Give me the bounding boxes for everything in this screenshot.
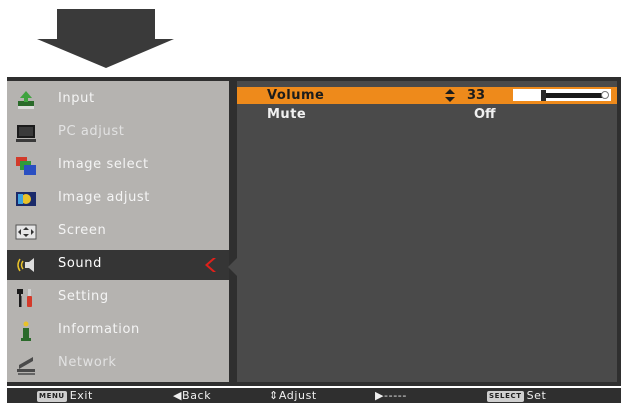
exit-hint: MENU Exit: [37, 388, 93, 403]
sidebar-item-label: PC adjust: [58, 124, 125, 139]
sidebar-item-label: Screen: [58, 223, 107, 238]
image-adjust-icon: [15, 188, 37, 210]
sidebar-item-label: Network: [58, 355, 117, 370]
select-key-icon: SELECT: [487, 391, 524, 402]
set-hint-label: Set: [526, 389, 547, 402]
sidebar-item-network[interactable]: Network: [7, 349, 229, 379]
adjust-hint-label: Adjust: [278, 389, 317, 402]
menu-sidebar: Input PC adjust Image select Image adjus…: [7, 81, 229, 382]
setting-icon: [15, 287, 37, 309]
sidebar-item-setting[interactable]: Setting: [7, 283, 229, 313]
selected-chevron-icon: [205, 258, 216, 272]
sound-icon: [15, 254, 37, 276]
sidebar-item-input[interactable]: Input: [7, 85, 229, 115]
back-hint: ◀Back: [173, 389, 212, 402]
volume-knob[interactable]: [541, 90, 546, 101]
sidebar-item-label: Sound: [58, 256, 102, 271]
volume-label: Volume: [267, 88, 325, 103]
sidebar-item-label: Image adjust: [58, 190, 150, 205]
pc-adjust-icon: [15, 122, 37, 144]
footer-hint-bar: MENU Exit ◀Back ⇕Adjust ▶----- SELECT Set: [7, 388, 621, 403]
volume-row[interactable]: Volume 33: [237, 87, 617, 104]
sidebar-item-label: Information: [58, 322, 140, 337]
sidebar-item-label: Input: [58, 91, 95, 106]
set-hint: SELECT Set: [487, 388, 546, 403]
sidebar-item-pc-adjust[interactable]: PC adjust: [7, 118, 229, 148]
volume-slider[interactable]: [513, 89, 611, 101]
information-icon: [15, 320, 37, 342]
sidebar-item-label: Image select: [58, 157, 149, 172]
sidebar-item-image-select[interactable]: Image select: [7, 151, 229, 181]
mute-value: Off: [474, 107, 496, 122]
sidebar-item-sound[interactable]: Sound: [7, 250, 229, 280]
adjust-hint: ⇕Adjust: [269, 388, 317, 403]
volume-track: [518, 90, 604, 101]
up-down-arrows-icon: [445, 89, 455, 102]
volume-value: 33: [467, 88, 486, 103]
next-hint: ▶-----: [375, 389, 407, 402]
sidebar-item-label: Setting: [58, 289, 109, 304]
sound-settings-panel: Volume 33 Mute Off: [237, 81, 617, 382]
up-down-arrows-icon: ⇕: [269, 389, 279, 402]
mute-row[interactable]: Mute Off: [237, 106, 617, 123]
slider-end-cap: [601, 91, 609, 99]
screen-icon: [15, 221, 37, 243]
sidebar-item-image-adjust[interactable]: Image adjust: [7, 184, 229, 214]
input-icon: [15, 89, 37, 111]
network-icon: [15, 353, 37, 375]
menu-key-icon: MENU: [37, 391, 67, 402]
image-select-icon: [15, 155, 37, 177]
mute-label: Mute: [267, 107, 307, 122]
sidebar-item-information[interactable]: Information: [7, 316, 229, 346]
down-arrow-icon: [37, 9, 174, 68]
sidebar-item-screen[interactable]: Screen: [7, 217, 229, 247]
exit-hint-label: Exit: [69, 389, 93, 402]
